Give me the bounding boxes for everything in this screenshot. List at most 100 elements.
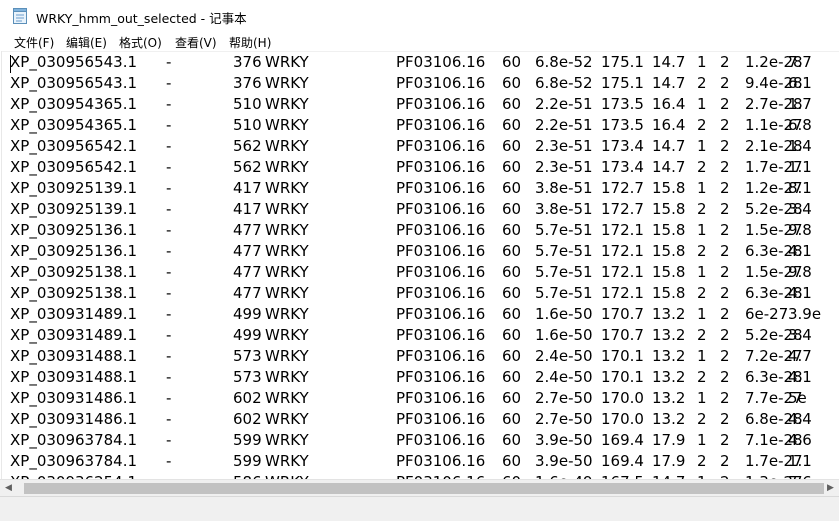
text-line: XP_030925138.1 - 477 WRKY PF03106.16 60 5.7e-5…	[0, 263, 839, 284]
text-line: XP_030963784.1 - 599 WRKY PF03106.16 60 3.9e-5…	[0, 452, 839, 473]
cell-protein-id: XP_030956543.1	[10, 53, 138, 71]
cell-evalue: 2.3e-51	[535, 158, 593, 176]
cell-i-evalue: 1.1	[788, 452, 812, 470]
cell-protein-id: XP_030925139.1	[10, 179, 138, 197]
cell-accession: -	[166, 410, 172, 428]
cell-accession: -	[166, 368, 172, 386]
cell-query-name: WRKY	[265, 389, 309, 407]
horizontal-scrollbar[interactable]: ◀ ▶	[0, 479, 839, 496]
menu-bar: 文件(F) 编辑(E) 格式(O) 查看(V) 帮助(H)	[0, 31, 839, 51]
cell-accession: -	[166, 53, 172, 71]
cell-i-evalue: 3.9e	[788, 305, 822, 323]
cell-query-name: WRKY	[265, 95, 309, 113]
cell-pfam-accession: PF03106.16	[396, 389, 486, 407]
cell-accession: -	[166, 431, 172, 449]
cell-domain-index: 1	[697, 95, 707, 113]
cell-domain-index: 2	[697, 368, 707, 386]
cell-evalue: 3.9e-50	[535, 452, 593, 470]
menu-help[interactable]: 帮助(H)	[229, 34, 271, 51]
menu-edit[interactable]: 编辑(E)	[66, 34, 107, 51]
cell-i-evalue: 1.7	[788, 95, 812, 113]
text-line: XP_030931488.1 - 573 WRKY PF03106.16 60 2.4e-5…	[0, 368, 839, 389]
cell-query-name: WRKY	[265, 137, 309, 155]
cell-protein-id: XP_030925138.1	[10, 263, 138, 281]
scroll-left-arrow-icon[interactable]: ◀	[0, 480, 17, 497]
cell-protein-id: XP_030931488.1	[10, 368, 138, 386]
cell-query-name: WRKY	[265, 179, 309, 197]
cell-pfam-accession: PF03106.16	[396, 326, 486, 344]
cell-c-evalue: 6e-27	[745, 305, 789, 323]
cell-evalue: 2.4e-50	[535, 368, 593, 386]
cell-domain-count: 2	[720, 242, 730, 260]
cell-score: 172.1	[601, 221, 644, 239]
cell-domain-count: 2	[720, 263, 730, 281]
cell-domain-index: 1	[697, 305, 707, 323]
cell-evalue: 2.7e-50	[535, 389, 593, 407]
menu-file[interactable]: 文件(F)	[14, 34, 54, 51]
text-line: XP_030925136.1 - 477 WRKY PF03106.16 60 5.7e-5…	[0, 242, 839, 263]
cell-score: 169.4	[601, 452, 644, 470]
cell-protein-id: XP_030925138.1	[10, 284, 138, 302]
scroll-right-arrow-icon[interactable]: ▶	[822, 480, 839, 497]
scrollbar-thumb[interactable]	[24, 483, 824, 494]
cell-protein-id: XP_030931489.1	[10, 326, 138, 344]
cell-protein-id: XP_030956542.1	[10, 137, 138, 155]
cell-domain-count: 2	[720, 116, 730, 134]
cell-i-evalue: 6.1	[788, 74, 812, 92]
menu-view[interactable]: 查看(V)	[175, 34, 217, 51]
text-line: XP_030956543.1 - 376 WRKY PF03106.16 60 6.8e-5…	[0, 53, 839, 74]
cell-accession: -	[166, 389, 172, 407]
cell-evalue: 6.8e-52	[535, 53, 593, 71]
menu-format[interactable]: 格式(O)	[119, 34, 162, 51]
cell-query-name: WRKY	[265, 431, 309, 449]
cell-protein-id: XP_030956542.1	[10, 158, 138, 176]
cell-pfam-accession: PF03106.16	[396, 179, 486, 197]
cell-bias: 14.7	[652, 137, 686, 155]
cell-accession: -	[166, 284, 172, 302]
cell-domain-length: 60	[502, 95, 522, 113]
cell-i-evalue: 9.8	[788, 263, 812, 281]
cell-domain-length: 60	[502, 284, 522, 302]
cell-evalue: 3.8e-51	[535, 179, 593, 197]
cell-bias: 15.8	[652, 221, 686, 239]
cell-i-evalue: 5e	[788, 389, 807, 407]
cell-score: 172.7	[601, 179, 644, 197]
text-editor-area[interactable]: XP_030956543.1-376 WRKY PF03106.16 60 6.8e-5…	[0, 51, 839, 479]
text-line: XP_030963784.1 - 599 WRKY PF03106.16 60 3.9e-5…	[0, 431, 839, 452]
cell-domain-index: 1	[697, 53, 707, 71]
cell-i-evalue: 8.1	[788, 179, 812, 197]
cell-accession: -	[166, 74, 172, 92]
cell-domain-length: 60	[502, 431, 522, 449]
cell-domain-length: 60	[502, 368, 522, 386]
text-line: XP_030954365.1 - 510 WRKY PF03106.16 60 2.2e-5…	[0, 95, 839, 116]
cell-pfam-accession: PF03106.16	[396, 74, 486, 92]
cell-score: 173.4	[601, 137, 644, 155]
text-line: XP_030925139.1 - 417 WRKY PF03106.16 60 3.8e-5…	[0, 179, 839, 200]
cell-domain-count: 2	[720, 137, 730, 155]
cell-length: 562	[233, 137, 262, 155]
cell-query-name: WRKY	[265, 74, 309, 92]
cell-query-name: WRKY	[265, 200, 309, 218]
cell-length: 417	[233, 200, 262, 218]
cell-i-evalue: 4.1	[788, 242, 812, 260]
cell-evalue: 2.2e-51	[535, 95, 593, 113]
cell-bias: 15.8	[652, 242, 686, 260]
cell-evalue: 3.8e-51	[535, 200, 593, 218]
cell-query-name: WRKY	[265, 221, 309, 239]
text-line: XP_030925136.1 - 477 WRKY PF03106.16 60 5.7e-5…	[0, 221, 839, 242]
cell-domain-count: 2	[720, 284, 730, 302]
title-bar[interactable]: WRKY_hmm_out_selected - 记事本	[0, 0, 839, 31]
cell-evalue: 2.7e-50	[535, 410, 593, 428]
cell-query-name: WRKY	[265, 263, 309, 281]
cell-i-evalue: 1.4	[788, 137, 812, 155]
cell-bias: 13.2	[652, 410, 686, 428]
cell-length: 573	[233, 368, 262, 386]
cell-domain-length: 60	[502, 158, 522, 176]
cell-domain-index: 1	[697, 221, 707, 239]
cell-evalue: 5.7e-51	[535, 263, 593, 281]
cell-i-evalue: 3.4	[788, 326, 812, 344]
cell-pfam-accession: PF03106.16	[396, 95, 486, 113]
cell-bias: 14.7	[652, 53, 686, 71]
cell-domain-count: 2	[720, 347, 730, 365]
cell-domain-count: 2	[720, 74, 730, 92]
